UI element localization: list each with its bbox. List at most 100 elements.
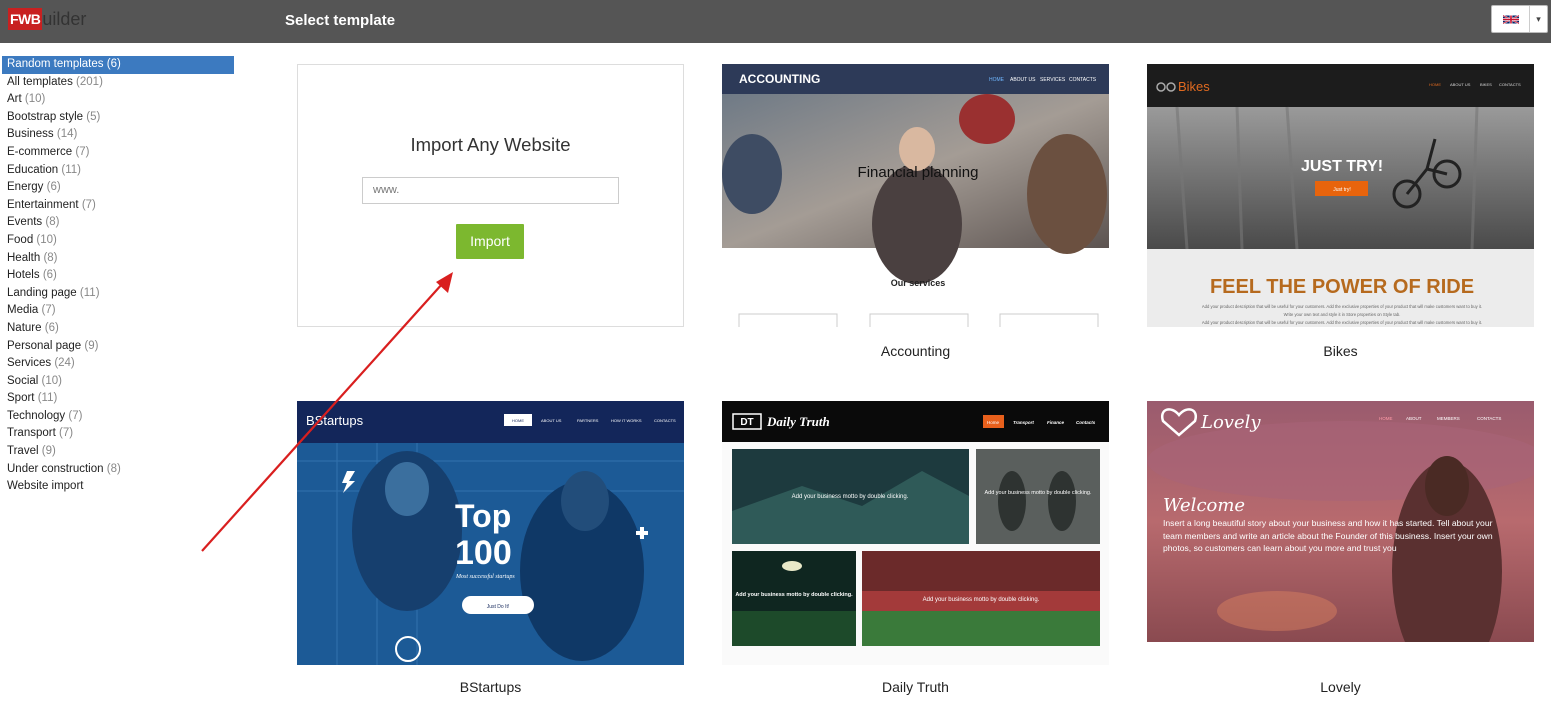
svg-text:Add your business motto by dou: Add your business motto by double clicki… [735, 592, 853, 598]
category-label: Landing page [7, 286, 77, 299]
bikes-thumbnail[interactable]: Bikes HOME ABOUT US BIKES CONTACTS JUST … [1147, 64, 1534, 327]
category-count: (7) [75, 145, 90, 158]
logo-text: uilder [42, 8, 87, 29]
category-item[interactable]: E-commerce (7) [2, 144, 234, 162]
category-count: (6) [44, 321, 59, 334]
template-card-bikes[interactable]: Bikes HOME ABOUT US BIKES CONTACTS JUST … [1147, 64, 1534, 364]
svg-text:SERVICES: SERVICES [1040, 77, 1066, 83]
category-count: (5) [86, 110, 101, 123]
category-label: Social [7, 374, 39, 387]
category-count: (10) [36, 233, 57, 246]
category-item[interactable]: Bootstrap style (5) [2, 109, 234, 127]
category-item[interactable]: Art (10) [2, 91, 234, 109]
import-button[interactable]: Import [456, 224, 524, 259]
svg-text:Add your business motto by dou: Add your business motto by double clicki… [984, 490, 1091, 496]
svg-text:ABOUT US: ABOUT US [1450, 82, 1471, 87]
svg-text:Write your own text and style: Write your own text and style it in Stor… [1284, 312, 1401, 317]
category-count: (14) [56, 128, 78, 141]
svg-text:Most successful startups: Most successful startups [455, 573, 515, 580]
category-label: Transport [7, 427, 56, 440]
bikes-headline: FEEL THE POWER OF RIDE [1210, 276, 1474, 298]
svg-text:Add your product description t: Add your product description that will b… [1202, 320, 1482, 325]
template-card-accounting[interactable]: ACCOUNTING HOME ABOUT US SERVICES CONTAC… [722, 64, 1109, 364]
category-count: (8) [106, 462, 121, 475]
category-label: Bootstrap style [7, 110, 84, 123]
category-item[interactable]: Food (10) [2, 232, 234, 250]
category-label: Education [7, 163, 59, 176]
category-label: Travel [7, 445, 39, 458]
category-label: Food [7, 233, 34, 246]
svg-text:Add your business motto by dou: Add your business motto by double clicki… [792, 494, 909, 500]
chevron-down-icon[interactable]: ▾ [1530, 6, 1547, 32]
category-label: Under construction [7, 462, 104, 475]
category-count: (10) [41, 374, 62, 387]
lovely-body-text: Insert a long beautiful story about your… [1163, 518, 1493, 553]
category-item[interactable]: Random templates (6) [2, 56, 234, 74]
category-count: (11) [79, 286, 100, 299]
svg-text:Just try!: Just try! [1333, 187, 1351, 193]
svg-text:HOME: HOME [989, 77, 1005, 83]
category-label: Entertainment [7, 198, 79, 211]
template-caption: Lovely [1320, 679, 1361, 695]
svg-text:PARTNERS: PARTNERS [577, 418, 599, 423]
category-count: (7) [68, 409, 83, 422]
fwbuilder-logo[interactable]: FWB uilder [8, 7, 86, 31]
lovely-hero-text: Welcome [1163, 495, 1245, 516]
category-item[interactable]: Energy (6) [2, 179, 234, 197]
category-item[interactable]: Business (14) [2, 126, 234, 144]
template-card-daily-truth[interactable]: DT Daily Truth Home Transport Finance Co… [722, 401, 1109, 701]
category-count: (8) [43, 251, 58, 264]
category-item[interactable]: All templates (201) [2, 74, 234, 92]
daily-truth-brand: Daily Truth [766, 414, 830, 429]
category-count: (24) [54, 357, 75, 370]
category-label: Hotels [7, 269, 40, 282]
category-count: (9) [41, 445, 56, 458]
category-count: (6) [106, 58, 121, 70]
svg-text:Home: Home [987, 420, 1000, 425]
svg-text:Finance: Finance [1047, 420, 1065, 425]
accounting-thumbnail[interactable]: ACCOUNTING HOME ABOUT US SERVICES CONTAC… [722, 64, 1109, 327]
svg-text:CONTACTS: CONTACTS [1069, 77, 1097, 83]
category-count: (7) [59, 427, 74, 440]
category-label: Random templates [7, 58, 104, 70]
category-label: Business [7, 128, 54, 141]
category-label: Media [7, 304, 39, 317]
svg-text:HOME: HOME [1429, 82, 1441, 87]
category-count: (11) [61, 163, 81, 176]
category-count: (7) [81, 198, 96, 211]
svg-text:Add your product description t: Add your product description that will b… [1202, 304, 1482, 309]
category-count: (11) [37, 392, 58, 405]
daily-truth-thumbnail[interactable]: DT Daily Truth Home Transport Finance Co… [722, 401, 1109, 665]
svg-text:DT: DT [740, 417, 753, 428]
lovely-brand: Lovely [1200, 412, 1261, 433]
language-selector[interactable]: ▾ [1491, 5, 1548, 33]
accounting-hero-text: Financial planning [858, 164, 979, 181]
category-label: E-commerce [7, 145, 73, 158]
template-caption: BStartups [459, 679, 522, 695]
category-count: (201) [76, 75, 103, 88]
template-caption: Accounting [880, 343, 951, 359]
category-item[interactable]: Events (8) [2, 214, 234, 232]
svg-text:HOW IT WORKS: HOW IT WORKS [611, 418, 642, 423]
svg-text:ABOUT US: ABOUT US [541, 418, 562, 423]
category-label: Energy [7, 181, 44, 194]
category-label: Sport [7, 392, 35, 405]
category-count: (10) [24, 93, 46, 106]
svg-text:ABOUT: ABOUT [1406, 416, 1422, 421]
import-title: Import Any Website [410, 134, 571, 155]
svg-text:HOME: HOME [1379, 416, 1393, 421]
top-bar: FWB uilder Select template ▾ [0, 0, 1551, 43]
svg-text:CONTACTS: CONTACTS [654, 418, 676, 423]
category-label: Website import [7, 480, 84, 493]
template-caption: Bikes [1323, 343, 1358, 359]
category-item[interactable]: Entertainment (7) [2, 197, 234, 215]
lovely-thumbnail[interactable]: Lovely HOME ABOUT MEMBERS CONTACTS Welco… [1147, 401, 1534, 642]
category-label: Health [7, 251, 41, 264]
bikes-hero-text: JUST TRY! [1301, 158, 1383, 175]
svg-text:Contacts: Contacts [1076, 420, 1096, 425]
template-card-lovely[interactable]: Lovely HOME ABOUT MEMBERS CONTACTS Welco… [1147, 401, 1534, 701]
svg-text:Just Do It!: Just Do It! [487, 604, 510, 610]
svg-text:HOME: HOME [512, 418, 524, 423]
website-url-input[interactable]: www. [362, 177, 619, 204]
category-item[interactable]: Education (11) [2, 162, 234, 180]
